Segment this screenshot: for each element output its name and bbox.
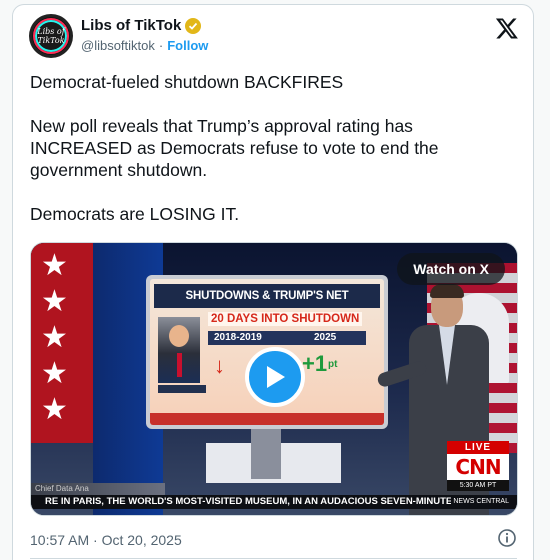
cnn-logo-text: CNN — [455, 455, 501, 479]
cnn-logo: CNN — [447, 454, 509, 480]
info-icon[interactable] — [497, 528, 517, 548]
avatar-logo-text: Libs of TikTok — [33, 18, 69, 54]
ticker-brand: NEWS CENTRAL — [451, 495, 511, 509]
tweet-paragraph: New poll reveals that Trump’s approval r… — [30, 116, 439, 180]
tweet-paragraph: Democrats are LOSING IT. — [30, 204, 240, 224]
watch-on-x-button[interactable]: Watch on X — [397, 253, 505, 285]
stars-panel: ★ ★ ★ ★ ★ — [31, 243, 93, 443]
monitor-stand — [251, 429, 281, 479]
anchor-hair — [430, 284, 464, 298]
tweet-header: Libs of TikTok Libs of TikTok @libsoftik… — [29, 14, 519, 62]
author-name-row: Libs of TikTok — [81, 17, 202, 34]
tweet-text: Democrat-fueled shutdown BACKFIRES New p… — [30, 71, 510, 247]
star-icon: ★ — [41, 357, 68, 390]
follow-button[interactable]: Follow — [167, 38, 208, 53]
handle-row: @libsoftiktok · Follow — [81, 38, 208, 53]
star-icon: ★ — [41, 285, 68, 318]
live-badge: LIVE — [447, 441, 509, 454]
play-icon — [267, 366, 285, 388]
news-ticker: RE IN PARIS, THE WORLD'S MOST-VISITED MU… — [31, 495, 517, 509]
tweet-card: Libs of TikTok Libs of TikTok @libsoftik… — [12, 4, 534, 560]
years-bar: 2018-2019 2025 — [208, 331, 366, 345]
star-icon: ★ — [41, 393, 68, 426]
photo-face — [169, 325, 189, 347]
trump-photo — [158, 317, 200, 383]
handle-separator: · — [158, 38, 164, 53]
cnn-time: 5:30 AM PT — [447, 480, 509, 491]
change-right-suffix: pt — [328, 359, 338, 370]
play-button[interactable] — [245, 347, 305, 407]
x-logo-icon[interactable] — [495, 16, 519, 40]
change-right: +1 — [302, 351, 328, 376]
tweet-timestamp[interactable]: 10:57 AM · Oct 20, 2025 — [30, 532, 182, 548]
year-left: 2018-2019 — [214, 332, 262, 343]
screen-subtitle: 20 DAYS INTO SHUTDOWN — [208, 312, 363, 326]
photo-caption — [158, 385, 206, 393]
screen-title: SHUTDOWNS & TRUMP'S NET APPROVAL — [154, 284, 380, 326]
verified-badge-icon — [185, 17, 202, 34]
video-player[interactable]: ★ ★ ★ ★ ★ SHUTDOWNS & TRUMP'S NET APPROV… — [30, 242, 518, 516]
cnn-bug: LIVE CNN 5:30 AM PT — [447, 441, 509, 491]
author-name[interactable]: Libs of TikTok — [81, 17, 181, 34]
star-icon: ★ — [41, 249, 68, 282]
avatar[interactable]: Libs of TikTok — [29, 14, 73, 58]
screen-footer — [150, 413, 384, 425]
divider — [30, 558, 517, 559]
tweet-paragraph: Democrat-fueled shutdown BACKFIRES — [30, 72, 344, 92]
photo-tie — [177, 353, 182, 377]
lower-third: Chief Data Ana — [31, 483, 165, 495]
star-icon: ★ — [41, 321, 68, 354]
year-right: 2025 — [314, 332, 337, 343]
down-arrow-icon: ↓ — [214, 353, 225, 378]
author-handle[interactable]: @libsoftiktok — [81, 38, 155, 53]
